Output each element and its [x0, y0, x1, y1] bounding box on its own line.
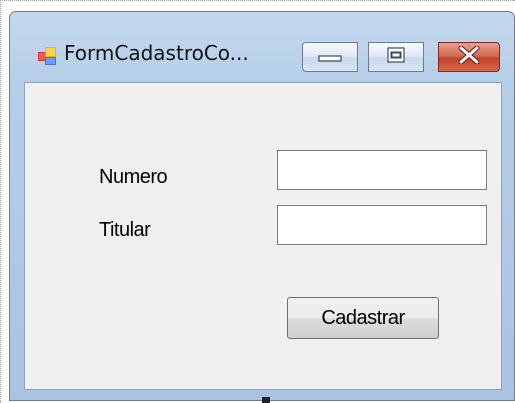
form-client-area: Numero Titular Cadastrar — [24, 82, 502, 390]
close-button[interactable] — [438, 42, 500, 72]
maximize-button[interactable] — [368, 42, 424, 72]
maximize-icon — [387, 47, 405, 67]
minimize-button[interactable] — [302, 42, 358, 72]
title-bar[interactable]: FormCadastroCo... — [10, 12, 514, 82]
designer-surface: FormCadastroCo... Numero Titular Cadastr… — [0, 0, 515, 403]
minimize-icon — [318, 48, 342, 67]
titular-input[interactable] — [277, 205, 487, 245]
close-icon — [458, 45, 480, 68]
form-window: FormCadastroCo... Numero Titular Cadastr… — [9, 11, 515, 401]
numero-label: Numero — [99, 166, 168, 188]
cadastrar-button[interactable]: Cadastrar — [287, 297, 439, 339]
window-title: FormCadastroCo... — [64, 41, 249, 65]
resize-grip[interactable] — [262, 397, 270, 403]
numero-input[interactable] — [277, 150, 487, 190]
titular-label: Titular — [99, 219, 151, 241]
form-app-icon — [38, 47, 56, 65]
